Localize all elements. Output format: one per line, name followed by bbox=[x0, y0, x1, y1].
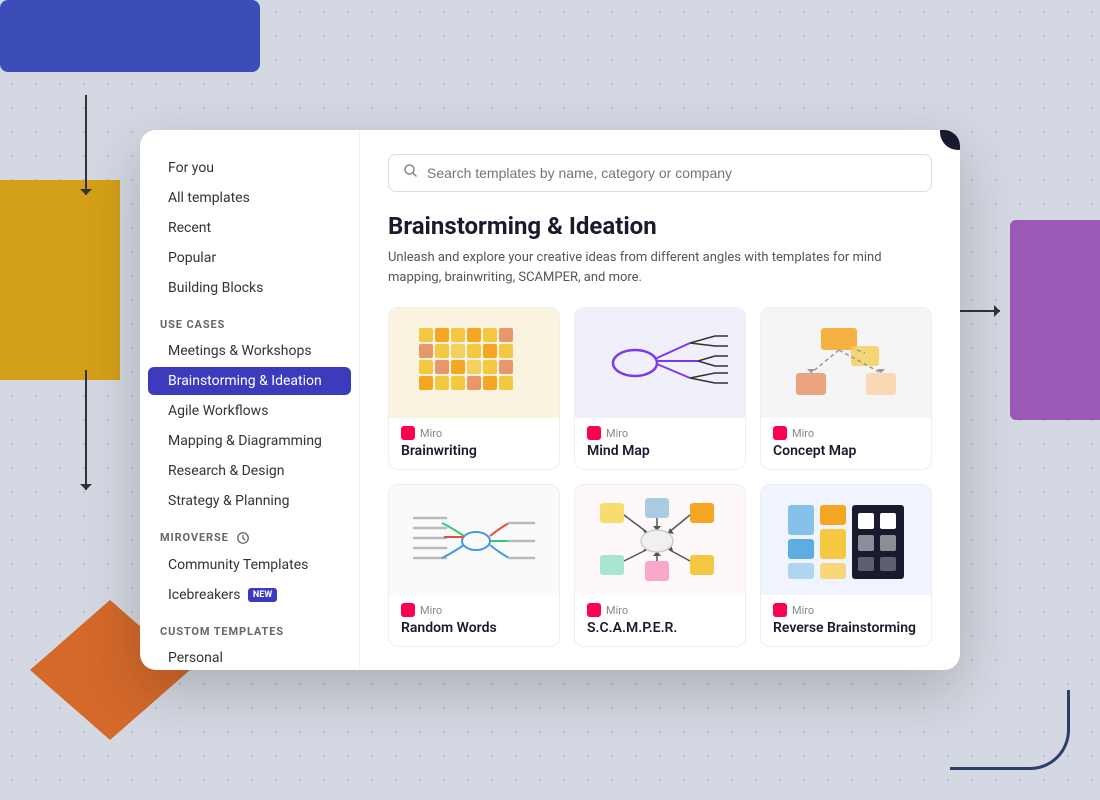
sidebar-item-strategy-planning[interactable]: Strategy & Planning bbox=[148, 487, 351, 515]
sidebar-item-all-templates[interactable]: All templates bbox=[148, 184, 351, 212]
main-content: Brainstorming & Ideation Unleash and exp… bbox=[360, 130, 960, 670]
provider-randomwords: Miro bbox=[401, 603, 547, 617]
provider-conceptmap: Miro bbox=[773, 426, 919, 440]
card-name-conceptmap: Concept Map bbox=[773, 443, 919, 459]
search-bar bbox=[388, 154, 932, 192]
provider-brainwriting: Miro bbox=[401, 426, 547, 440]
card-info-mindmap: Miro Mind Map bbox=[575, 418, 745, 469]
thumb-reversebrainstorm bbox=[761, 485, 931, 595]
template-card-conceptmap[interactable]: Miro Concept Map bbox=[760, 307, 932, 470]
card-name-brainwriting: Brainwriting bbox=[401, 443, 547, 459]
template-card-scamper[interactable]: Miro S.C.A.M.P.E.R. bbox=[574, 484, 746, 647]
new-badge: NEW bbox=[248, 588, 277, 602]
thumb-randomwords bbox=[389, 485, 559, 595]
thumb-mindmap bbox=[575, 308, 745, 418]
modal-overlay: × For you All templates Recent Popular B… bbox=[0, 0, 1100, 800]
miro-icon-2 bbox=[587, 426, 601, 440]
card-name-scamper: S.C.A.M.P.E.R. bbox=[587, 620, 733, 636]
sidebar-item-community-templates[interactable]: Community Templates bbox=[148, 551, 351, 579]
template-card-mindmap[interactable]: Miro Mind Map bbox=[574, 307, 746, 470]
sidebar-item-for-you[interactable]: For you bbox=[148, 154, 351, 182]
provider-reversebrainstorming: Miro bbox=[773, 603, 919, 617]
sidebar-item-recent[interactable]: Recent bbox=[148, 214, 351, 242]
template-grid: Miro Brainwriting bbox=[388, 307, 932, 647]
search-input[interactable] bbox=[427, 165, 917, 181]
card-info-brainwriting: Miro Brainwriting bbox=[389, 418, 559, 469]
card-info-scamper: Miro S.C.A.M.P.E.R. bbox=[575, 595, 745, 646]
thumb-brainwriting bbox=[389, 308, 559, 418]
content-title: Brainstorming & Ideation bbox=[388, 212, 932, 240]
miroverse-icon bbox=[236, 531, 250, 545]
thumb-conceptmap bbox=[761, 308, 931, 418]
search-icon bbox=[403, 163, 419, 183]
sidebar-item-agile-workflows[interactable]: Agile Workflows bbox=[148, 397, 351, 425]
use-cases-label: USE CASES bbox=[140, 304, 359, 337]
sidebar-item-brainstorming[interactable]: Brainstorming & Ideation bbox=[148, 367, 351, 395]
miroverse-label: MIROVERSE bbox=[140, 517, 359, 551]
custom-templates-label: CUSTOM TEMPLATES bbox=[140, 611, 359, 644]
miro-icon-4 bbox=[401, 603, 415, 617]
template-card-reversebrainstorming[interactable]: Miro Reverse Brainstorming bbox=[760, 484, 932, 647]
miro-icon-3 bbox=[773, 426, 787, 440]
sidebar-item-building-blocks[interactable]: Building Blocks bbox=[148, 274, 351, 302]
provider-mindmap: Miro bbox=[587, 426, 733, 440]
miro-icon-6 bbox=[773, 603, 787, 617]
sidebar: For you All templates Recent Popular Bui… bbox=[140, 130, 360, 670]
sidebar-item-personal[interactable]: Personal bbox=[148, 644, 351, 670]
template-card-brainwriting[interactable]: Miro Brainwriting bbox=[388, 307, 560, 470]
sidebar-item-mapping-diagramming[interactable]: Mapping & Diagramming bbox=[148, 427, 351, 455]
miro-icon-5 bbox=[587, 603, 601, 617]
provider-scamper: Miro bbox=[587, 603, 733, 617]
card-name-randomwords: Random Words bbox=[401, 620, 547, 636]
sidebar-item-research-design[interactable]: Research & Design bbox=[148, 457, 351, 485]
miro-icon bbox=[401, 426, 415, 440]
card-info-randomwords: Miro Random Words bbox=[389, 595, 559, 646]
thumb-scamper bbox=[575, 485, 745, 595]
card-info-reversebrainstorming: Miro Reverse Brainstorming bbox=[761, 595, 931, 646]
card-name-reversebrainstorming: Reverse Brainstorming bbox=[773, 620, 919, 636]
template-modal: × For you All templates Recent Popular B… bbox=[140, 130, 960, 670]
content-description: Unleash and explore your creative ideas … bbox=[388, 248, 888, 287]
sidebar-item-popular[interactable]: Popular bbox=[148, 244, 351, 272]
sidebar-item-icebreakers[interactable]: Icebreakers NEW bbox=[148, 581, 351, 609]
card-info-conceptmap: Miro Concept Map bbox=[761, 418, 931, 469]
sidebar-item-meetings-workshops[interactable]: Meetings & Workshops bbox=[148, 337, 351, 365]
template-card-randomwords[interactable]: Miro Random Words bbox=[388, 484, 560, 647]
card-name-mindmap: Mind Map bbox=[587, 443, 733, 459]
